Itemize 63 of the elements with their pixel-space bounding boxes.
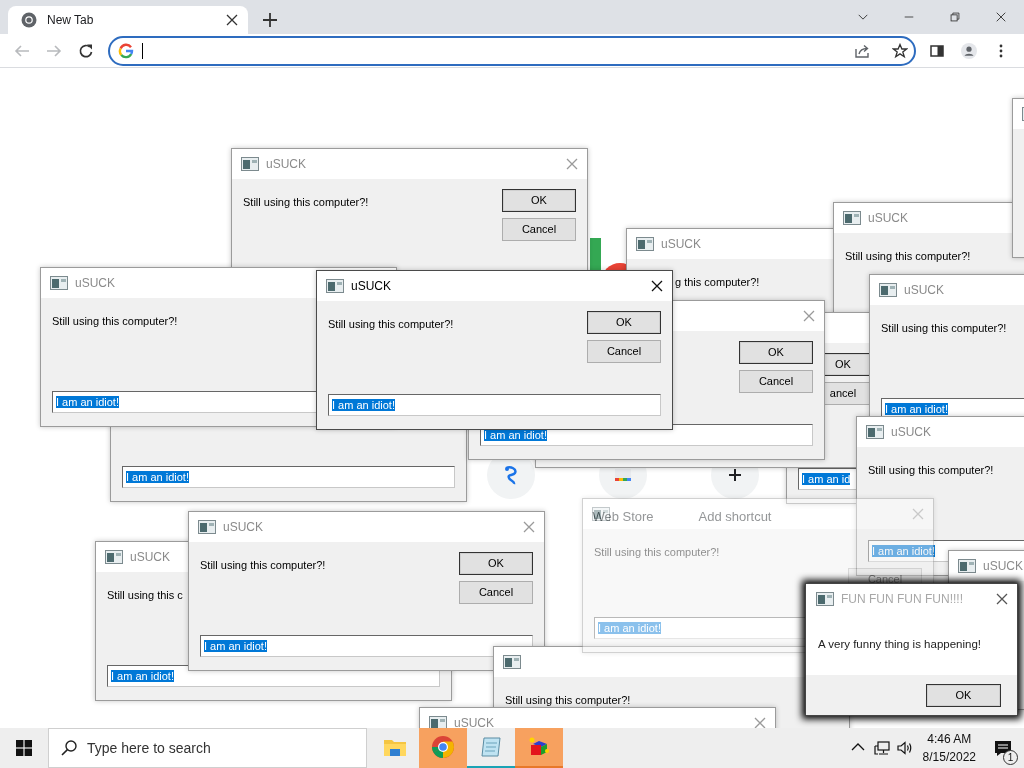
taskbar-button[interactable] bbox=[419, 728, 467, 768]
cancel-button[interactable]: Cancel bbox=[739, 370, 813, 393]
message-text: Still using this computer?! bbox=[52, 315, 178, 327]
browser-tab[interactable]: New Tab bbox=[8, 6, 248, 34]
ok-button[interactable]: OK bbox=[587, 311, 661, 334]
app-icon bbox=[843, 211, 861, 225]
window-title: uSUCK bbox=[266, 156, 306, 173]
ok-button[interactable]: OK bbox=[502, 189, 576, 212]
window-title: FUN FUN FUN FUN!!!! bbox=[841, 591, 963, 608]
message-text: Still using this computer?! bbox=[200, 559, 326, 571]
share-icon[interactable] bbox=[854, 42, 870, 59]
window-title: uSUCK bbox=[130, 549, 170, 566]
clock-time[interactable]: 4:46 AM bbox=[927, 730, 972, 748]
message-text: A very funny thing is happening! bbox=[818, 636, 982, 652]
clock-date[interactable]: 8/15/2022 bbox=[922, 748, 976, 766]
message-text: Still using this computer?! bbox=[243, 196, 369, 208]
app-icon bbox=[326, 279, 344, 293]
ok-button[interactable]: OK bbox=[739, 341, 813, 364]
app-icon bbox=[866, 425, 884, 439]
app-icon bbox=[958, 559, 976, 573]
notepad-icon bbox=[479, 735, 503, 759]
app-icon bbox=[816, 592, 834, 606]
notification-badge: 1 bbox=[1003, 750, 1018, 765]
star-icon[interactable] bbox=[892, 42, 908, 59]
message-text: Still using this c bbox=[107, 589, 183, 601]
g-icon bbox=[118, 42, 134, 59]
taskbar-button[interactable] bbox=[515, 728, 563, 768]
message-text: g this computer?! bbox=[675, 276, 760, 288]
network-icon[interactable] bbox=[873, 740, 890, 756]
window-title: uSUCK bbox=[661, 236, 701, 253]
message-text: Still using this computer?! bbox=[328, 318, 454, 330]
browser-icon bbox=[21, 12, 37, 28]
address-bar[interactable] bbox=[108, 35, 916, 66]
window-title: uSUCK bbox=[223, 519, 263, 536]
search-field[interactable]: Type here to search bbox=[48, 728, 367, 768]
app-icon bbox=[879, 283, 897, 297]
message-text: Still using this computer?! bbox=[505, 694, 631, 706]
input-field[interactable]: I am an idiot! bbox=[328, 394, 661, 416]
ok-button[interactable]: OK bbox=[926, 683, 1001, 707]
plus-icon bbox=[728, 468, 742, 482]
app-icon bbox=[105, 550, 123, 564]
cancel-button[interactable]: Cancel bbox=[587, 340, 661, 363]
cancel-button[interactable]: Cancel bbox=[502, 218, 576, 241]
message-text: Still using this computer?! bbox=[868, 464, 994, 476]
window-title: uSUCK bbox=[891, 424, 931, 441]
search-icon bbox=[61, 740, 77, 756]
message-text: Still using this computer?! bbox=[594, 546, 720, 558]
window-title: uSUCK bbox=[868, 210, 908, 227]
window-title: uSUCK bbox=[351, 278, 391, 295]
plus-icon[interactable] bbox=[263, 13, 277, 27]
window-title: uSUCK bbox=[454, 715, 494, 732]
app-icon bbox=[241, 157, 259, 171]
app-icon bbox=[636, 237, 654, 251]
message-text: Still using this computer?! bbox=[845, 250, 971, 262]
browser-icon bbox=[431, 735, 455, 759]
app-icon bbox=[50, 276, 68, 290]
text-cursor bbox=[142, 42, 143, 59]
message-text: Still using this computer?! bbox=[881, 322, 1007, 334]
close-icon[interactable] bbox=[226, 14, 238, 26]
window-title: uSUCK bbox=[904, 282, 944, 299]
input-field[interactable]: I am an idiot! bbox=[122, 466, 455, 488]
volume-icon[interactable] bbox=[896, 740, 913, 756]
window-title: uSUCK bbox=[75, 275, 115, 292]
